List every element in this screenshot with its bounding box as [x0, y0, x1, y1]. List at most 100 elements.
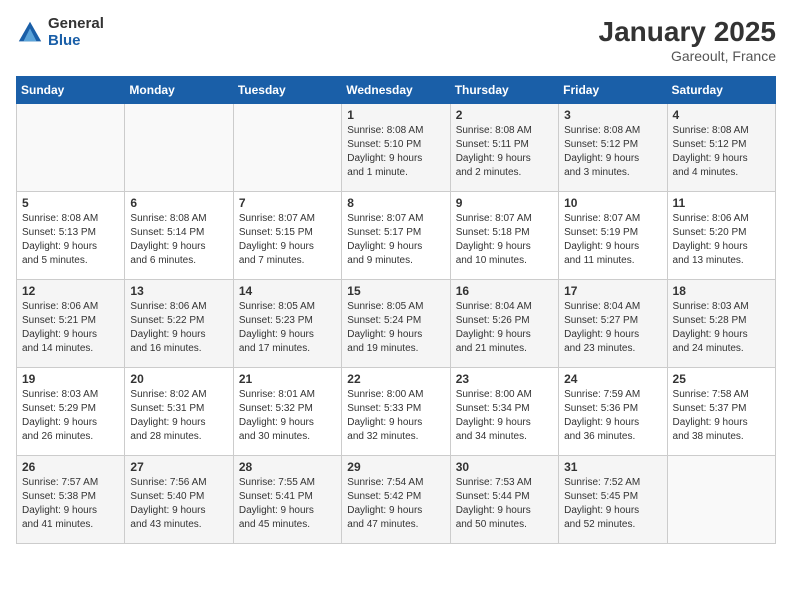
day-info: Sunrise: 8:04 AM Sunset: 5:27 PM Dayligh…	[564, 300, 661, 356]
day-info: Sunrise: 7:57 AM Sunset: 5:38 PM Dayligh…	[22, 476, 119, 532]
calendar-cell: 9 Sunrise: 8:07 AM Sunset: 5:18 PM Daylig…	[450, 192, 558, 280]
day-number: 31	[564, 460, 661, 474]
day-number: 10	[564, 196, 661, 210]
title-block: January 2025 Gareoult, France	[599, 16, 776, 64]
day-info: Sunrise: 7:58 AM Sunset: 5:37 PM Dayligh…	[673, 388, 770, 444]
day-info: Sunrise: 8:07 AM Sunset: 5:18 PM Dayligh…	[456, 212, 553, 268]
day-info: Sunrise: 7:52 AM Sunset: 5:45 PM Dayligh…	[564, 476, 661, 532]
day-info: Sunrise: 8:01 AM Sunset: 5:32 PM Dayligh…	[239, 388, 336, 444]
calendar-cell: 5 Sunrise: 8:08 AM Sunset: 5:13 PM Daylig…	[17, 192, 125, 280]
day-number: 7	[239, 196, 336, 210]
day-number: 9	[456, 196, 553, 210]
day-info: Sunrise: 8:08 AM Sunset: 5:12 PM Dayligh…	[564, 124, 661, 180]
day-number: 25	[673, 372, 770, 386]
day-info: Sunrise: 7:54 AM Sunset: 5:42 PM Dayligh…	[347, 476, 444, 532]
day-info: Sunrise: 8:06 AM Sunset: 5:22 PM Dayligh…	[130, 300, 227, 356]
day-number: 6	[130, 196, 227, 210]
day-info: Sunrise: 8:07 AM Sunset: 5:17 PM Dayligh…	[347, 212, 444, 268]
calendar-cell: 17 Sunrise: 8:04 AM Sunset: 5:27 PM Dayli…	[559, 280, 667, 368]
day-number: 8	[347, 196, 444, 210]
day-number: 28	[239, 460, 336, 474]
day-number: 15	[347, 284, 444, 298]
calendar-cell: 21 Sunrise: 8:01 AM Sunset: 5:32 PM Dayli…	[233, 368, 341, 456]
day-number: 21	[239, 372, 336, 386]
calendar-cell: 11 Sunrise: 8:06 AM Sunset: 5:20 PM Dayli…	[667, 192, 775, 280]
calendar-week-1: 1 Sunrise: 8:08 AM Sunset: 5:10 PM Daylig…	[17, 104, 776, 192]
day-number: 26	[22, 460, 119, 474]
day-number: 17	[564, 284, 661, 298]
day-number: 2	[456, 108, 553, 122]
calendar-cell	[233, 104, 341, 192]
calendar-cell: 23 Sunrise: 8:00 AM Sunset: 5:34 PM Dayli…	[450, 368, 558, 456]
day-info: Sunrise: 8:08 AM Sunset: 5:11 PM Dayligh…	[456, 124, 553, 180]
day-info: Sunrise: 8:05 AM Sunset: 5:23 PM Dayligh…	[239, 300, 336, 356]
calendar-cell	[125, 104, 233, 192]
calendar-cell: 31 Sunrise: 7:52 AM Sunset: 5:45 PM Dayli…	[559, 456, 667, 544]
col-header-monday: Monday	[125, 77, 233, 104]
day-number: 19	[22, 372, 119, 386]
day-info: Sunrise: 8:05 AM Sunset: 5:24 PM Dayligh…	[347, 300, 444, 356]
day-info: Sunrise: 8:02 AM Sunset: 5:31 PM Dayligh…	[130, 388, 227, 444]
day-number: 12	[22, 284, 119, 298]
day-info: Sunrise: 8:06 AM Sunset: 5:21 PM Dayligh…	[22, 300, 119, 356]
day-number: 3	[564, 108, 661, 122]
calendar-cell: 12 Sunrise: 8:06 AM Sunset: 5:21 PM Dayli…	[17, 280, 125, 368]
calendar-cell: 13 Sunrise: 8:06 AM Sunset: 5:22 PM Dayli…	[125, 280, 233, 368]
calendar-cell: 2 Sunrise: 8:08 AM Sunset: 5:11 PM Daylig…	[450, 104, 558, 192]
day-number: 11	[673, 196, 770, 210]
calendar-cell: 22Sunrise: 8:00 AM Sunset: 5:33 PM Dayli…	[342, 368, 450, 456]
calendar-cell: 27 Sunrise: 7:56 AM Sunset: 5:40 PM Dayli…	[125, 456, 233, 544]
calendar-week-3: 12 Sunrise: 8:06 AM Sunset: 5:21 PM Dayli…	[17, 280, 776, 368]
calendar-table: SundayMondayTuesdayWednesdayThursdayFrid…	[16, 76, 776, 544]
calendar-cell: 20Sunrise: 8:02 AM Sunset: 5:31 PM Dayli…	[125, 368, 233, 456]
calendar-week-2: 5 Sunrise: 8:08 AM Sunset: 5:13 PM Daylig…	[17, 192, 776, 280]
calendar-cell: 28 Sunrise: 7:55 AM Sunset: 5:41 PM Dayli…	[233, 456, 341, 544]
calendar-cell: 19 Sunrise: 8:03 AM Sunset: 5:29 PM Dayli…	[17, 368, 125, 456]
col-header-wednesday: Wednesday	[342, 77, 450, 104]
calendar-cell: 14Sunrise: 8:05 AM Sunset: 5:23 PM Dayli…	[233, 280, 341, 368]
day-info: Sunrise: 7:55 AM Sunset: 5:41 PM Dayligh…	[239, 476, 336, 532]
day-number: 23	[456, 372, 553, 386]
calendar-cell: 24Sunrise: 7:59 AM Sunset: 5:36 PM Dayli…	[559, 368, 667, 456]
col-header-thursday: Thursday	[450, 77, 558, 104]
calendar-cell: 10Sunrise: 8:07 AM Sunset: 5:19 PM Dayli…	[559, 192, 667, 280]
day-info: Sunrise: 8:03 AM Sunset: 5:29 PM Dayligh…	[22, 388, 119, 444]
day-number: 1	[347, 108, 444, 122]
calendar-week-4: 19 Sunrise: 8:03 AM Sunset: 5:29 PM Dayli…	[17, 368, 776, 456]
calendar-cell: 3 Sunrise: 8:08 AM Sunset: 5:12 PM Daylig…	[559, 104, 667, 192]
calendar-cell: 26 Sunrise: 7:57 AM Sunset: 5:38 PM Dayli…	[17, 456, 125, 544]
day-info: Sunrise: 7:56 AM Sunset: 5:40 PM Dayligh…	[130, 476, 227, 532]
day-number: 22	[347, 372, 444, 386]
day-number: 4	[673, 108, 770, 122]
calendar-body: 1 Sunrise: 8:08 AM Sunset: 5:10 PM Daylig…	[17, 104, 776, 544]
calendar-subtitle: Gareoult, France	[599, 48, 776, 64]
day-info: Sunrise: 8:03 AM Sunset: 5:28 PM Dayligh…	[673, 300, 770, 356]
calendar-cell: 8 Sunrise: 8:07 AM Sunset: 5:17 PM Daylig…	[342, 192, 450, 280]
calendar-cell: 25 Sunrise: 7:58 AM Sunset: 5:37 PM Dayli…	[667, 368, 775, 456]
calendar-cell: 29 Sunrise: 7:54 AM Sunset: 5:42 PM Dayli…	[342, 456, 450, 544]
header-row: SundayMondayTuesdayWednesdayThursdayFrid…	[17, 77, 776, 104]
day-info: Sunrise: 8:04 AM Sunset: 5:26 PM Dayligh…	[456, 300, 553, 356]
day-info: Sunrise: 8:00 AM Sunset: 5:34 PM Dayligh…	[456, 388, 553, 444]
day-number: 29	[347, 460, 444, 474]
logo-blue-text: Blue	[48, 33, 104, 50]
col-header-friday: Friday	[559, 77, 667, 104]
day-info: Sunrise: 8:08 AM Sunset: 5:10 PM Dayligh…	[347, 124, 444, 180]
col-header-tuesday: Tuesday	[233, 77, 341, 104]
day-number: 27	[130, 460, 227, 474]
day-number: 30	[456, 460, 553, 474]
calendar-cell: 1 Sunrise: 8:08 AM Sunset: 5:10 PM Daylig…	[342, 104, 450, 192]
day-number: 5	[22, 196, 119, 210]
day-info: Sunrise: 8:06 AM Sunset: 5:20 PM Dayligh…	[673, 212, 770, 268]
day-number: 13	[130, 284, 227, 298]
day-info: Sunrise: 8:08 AM Sunset: 5:13 PM Dayligh…	[22, 212, 119, 268]
day-number: 16	[456, 284, 553, 298]
calendar-cell	[17, 104, 125, 192]
calendar-week-5: 26 Sunrise: 7:57 AM Sunset: 5:38 PM Dayli…	[17, 456, 776, 544]
day-info: Sunrise: 8:07 AM Sunset: 5:15 PM Dayligh…	[239, 212, 336, 268]
calendar-header: SundayMondayTuesdayWednesdayThursdayFrid…	[17, 77, 776, 104]
day-info: Sunrise: 8:08 AM Sunset: 5:14 PM Dayligh…	[130, 212, 227, 268]
calendar-cell	[667, 456, 775, 544]
calendar-cell: 18Sunrise: 8:03 AM Sunset: 5:28 PM Dayli…	[667, 280, 775, 368]
logo-icon	[16, 19, 44, 47]
